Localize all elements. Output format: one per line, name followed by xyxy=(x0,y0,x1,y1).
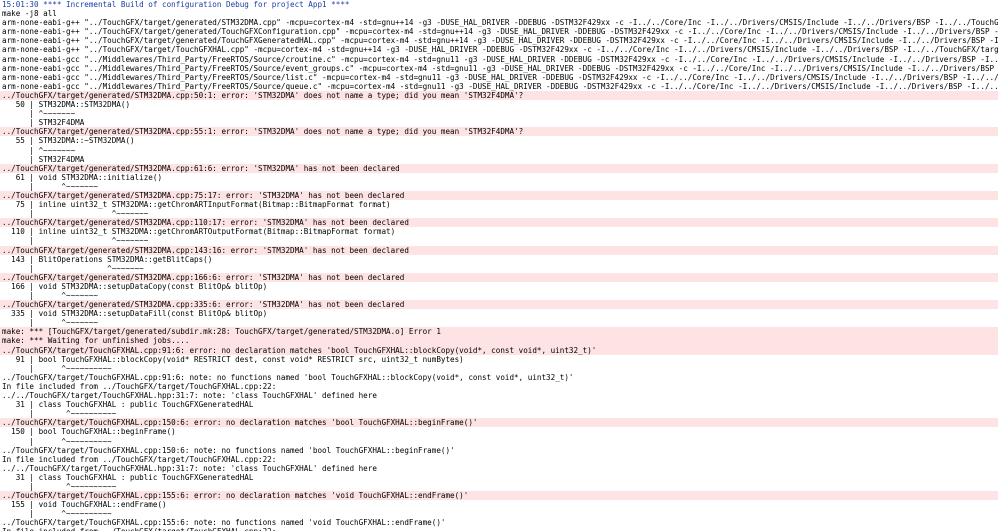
console-line: 31 | class TouchGFXHAL : public TouchGFX… xyxy=(2,472,254,482)
console-line: 31 | class TouchGFXHAL : public TouchGFX… xyxy=(2,400,254,410)
console-header-line: 15:01:30 **** Incremental Build of confi… xyxy=(2,0,350,9)
console-line: arm-none-eabi-gcc "../Middlewares/Third_… xyxy=(2,72,998,82)
console-error-line: ../TouchGFX/target/generated/STM32DMA.cp… xyxy=(0,163,998,173)
console-line: 166 | void STM32DMA::setupDataCopy(const… xyxy=(2,281,268,291)
console-line: 143 | BlitOperations STM32DMA::getBlitCa… xyxy=(2,254,213,264)
console-line: arm-none-eabi-g++ "../TouchGFX/target/ge… xyxy=(2,27,998,37)
console-line: In file included from ../TouchGFX/target… xyxy=(2,381,277,391)
console-line: arm-none-eabi-gcc "../Middlewares/Third_… xyxy=(2,63,998,73)
console-line: ../TouchGFX/target/TouchGFXHAL.cpp:155:6… xyxy=(0,518,998,528)
console-line: | STM32F4DMA xyxy=(2,154,85,164)
console-error-line: ../TouchGFX/target/generated/STM32DMA.cp… xyxy=(0,272,998,282)
console-line: | ^~~~~~~~~~~ xyxy=(2,481,117,491)
console-error-line: make: *** [TouchGFX/target/generated/sub… xyxy=(0,327,998,337)
console-line: arm-none-eabi-g++ "../TouchGFX/target/To… xyxy=(2,45,998,55)
console-line: | ^~~~~~~~ xyxy=(2,236,149,246)
console-line: | ^~~~~~~~~~~ xyxy=(2,409,117,419)
console-line: | STM32F4DMA xyxy=(2,118,85,128)
console-line: | ^~~~~~~~ xyxy=(2,109,76,119)
console-line: arm-none-eabi-gcc "../Middlewares/Third_… xyxy=(2,81,998,91)
console-line: arm-none-eabi-gcc "../Middlewares/Third_… xyxy=(2,54,998,64)
console-error-line: ../TouchGFX/target/generated/STM32DMA.cp… xyxy=(0,218,998,228)
console-line: | ^~~~~~~~ xyxy=(2,181,99,191)
console-line: | ^~~~~~~~ xyxy=(2,145,76,155)
console-line: 75 | inline uint32_t STM32DMA::getChromA… xyxy=(2,200,391,210)
console-line: | ^~~~~~~~~~~ xyxy=(2,509,112,519)
console-error-line: ../TouchGFX/target/TouchGFXHAL.cpp:91:6:… xyxy=(0,345,998,355)
console-line: ../../TouchGFX/target/TouchGFXHAL.hpp:31… xyxy=(0,463,998,473)
console-line: | ^~~~~~~~~~~ xyxy=(2,436,112,446)
console-line: 50 | STM32DMA::STM32DMA() xyxy=(2,100,131,110)
console-line: 150 | bool TouchGFXHAL::beginFrame() xyxy=(2,427,176,437)
console-line: 155 | void TouchGFXHAL::endFrame() xyxy=(2,500,167,510)
console-error-line: ../TouchGFX/target/generated/STM32DMA.cp… xyxy=(0,90,998,101)
console-error-line: make: *** Waiting for unfinished jobs...… xyxy=(0,336,998,346)
console-line: | ^~~~~~~~~~~ xyxy=(2,363,112,373)
console-line: | ^~~~~~~~ xyxy=(2,291,99,300)
console-line: ../../TouchGFX/target/TouchGFXHAL.hpp:31… xyxy=(0,391,998,401)
console-error-line: ../TouchGFX/target/generated/STM32DMA.cp… xyxy=(0,127,998,137)
console-line: | ^~~~~~~~ xyxy=(2,318,99,328)
build-console-output[interactable]: 15:01:30 **** Incremental Build of confi… xyxy=(0,0,998,531)
console-error-line: ../TouchGFX/target/TouchGFXHAL.cpp:150:6… xyxy=(0,418,998,428)
console-line: ../TouchGFX/target/TouchGFXHAL.cpp:150:6… xyxy=(0,445,998,455)
console-line: ../TouchGFX/target/TouchGFXHAL.cpp:91:6:… xyxy=(0,372,998,382)
console-error-line: ../TouchGFX/target/generated/STM32DMA.cp… xyxy=(0,190,998,201)
console-line: 110 | inline uint32_t STM32DMA::getChrom… xyxy=(2,227,396,237)
console-line: arm-none-eabi-g++ "../TouchGFX/target/ge… xyxy=(2,36,998,46)
console-line: 61 | void STM32DMA::initialize() xyxy=(2,172,163,182)
console-line: 335 | void STM32DMA::setupDataFill(const… xyxy=(2,309,268,319)
console-line: In file included from ../TouchGFX/target… xyxy=(0,527,998,531)
console-line: arm-none-eabi-g++ "../TouchGFX/target/ge… xyxy=(2,18,998,28)
console-line: 55 | STM32DMA::~STM32DMA() xyxy=(2,136,135,146)
console-error-line: ../TouchGFX/target/TouchGFXHAL.cpp:155:6… xyxy=(0,491,998,501)
console-error-line: ../TouchGFX/target/generated/STM32DMA.cp… xyxy=(0,245,998,255)
console-line: | ^~~~~~~~ xyxy=(2,263,144,273)
console-line: 91 | bool TouchGFXHAL::blockCopy(void* R… xyxy=(2,354,464,364)
console-line: | ^~~~~~~~ xyxy=(2,209,149,219)
console-line: make -j8 all xyxy=(2,9,57,19)
console-line: In file included from ../TouchGFX/target… xyxy=(2,454,277,464)
console-error-line: ../TouchGFX/target/generated/STM32DMA.cp… xyxy=(0,300,998,310)
